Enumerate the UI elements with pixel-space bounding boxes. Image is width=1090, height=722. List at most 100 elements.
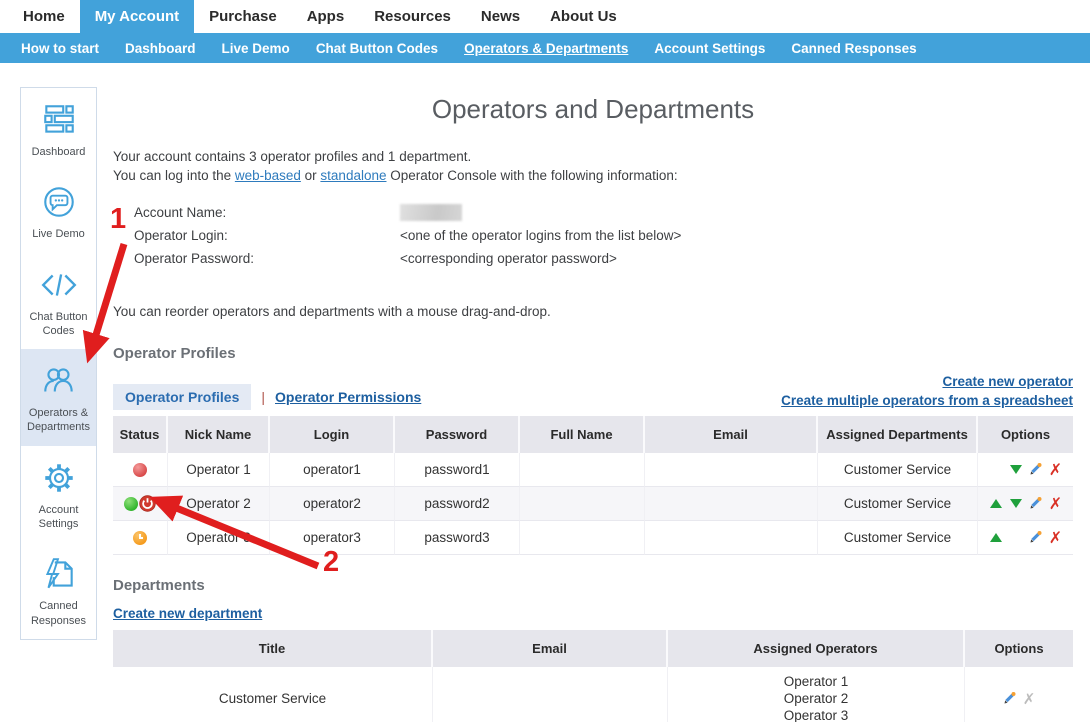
options-cell: ✗: [965, 667, 1073, 722]
subnav-item-chat-button-codes[interactable]: Chat Button Codes: [303, 41, 451, 56]
nav-item-purchase[interactable]: Purchase: [194, 0, 292, 33]
reorder-note: You can reorder operators and department…: [113, 304, 1073, 319]
sidebar-item-label: Canned Responses: [24, 599, 93, 628]
departments-cell: Customer Service: [818, 453, 978, 487]
standalone-link[interactable]: standalone: [320, 168, 386, 183]
email-cell: [645, 487, 818, 521]
password-cell: password2: [395, 487, 520, 521]
sidebar-item-canned-responses[interactable]: Canned Responses: [21, 542, 96, 639]
nick-name-cell: Operator 3: [168, 521, 270, 555]
intro-line-2: You can log into the web-based or standa…: [113, 166, 1073, 185]
sidebar-item-label: Chat Button Codes: [24, 310, 93, 339]
live-demo-icon: [40, 183, 78, 221]
nav-item-home[interactable]: Home: [8, 0, 80, 33]
offline-status-icon: [133, 463, 147, 477]
password-cell: password3: [395, 521, 520, 555]
subnav-item-how-to-start[interactable]: How to start: [8, 41, 112, 56]
sidebar-item-live-demo[interactable]: Live Demo: [21, 170, 96, 252]
delete-icon[interactable]: ✗: [1049, 530, 1062, 547]
assigned-operator: Operator 2: [668, 690, 964, 707]
intro-line-2-prefix: You can log into the: [113, 168, 235, 183]
delete-icon[interactable]: ✗: [1049, 496, 1062, 513]
intro-line-1: Your account contains 3 operator profile…: [113, 147, 1073, 166]
tab-operator-profiles[interactable]: Operator Profiles: [113, 384, 251, 410]
departments-cell: Customer Service: [818, 487, 978, 521]
email-cell: [433, 667, 668, 722]
move-up-icon[interactable]: [990, 533, 1002, 542]
subnav-item-dashboard[interactable]: Dashboard: [112, 41, 209, 56]
subnav-item-canned-responses[interactable]: Canned Responses: [778, 41, 929, 56]
operator-tabs: Operator Profiles | Operator Permissions: [113, 384, 421, 410]
subnav-item-account-settings[interactable]: Account Settings: [641, 41, 778, 56]
nav-item-about-us[interactable]: About Us: [535, 0, 632, 33]
full-name-cell: [520, 453, 645, 487]
sidebar-item-chat-button-codes[interactable]: Chat Button Codes: [21, 253, 96, 350]
col-email: Email: [433, 630, 668, 667]
options-cell: ✗: [978, 487, 1073, 521]
account-credentials: Account Name: Operator Login: <one of th…: [134, 201, 1073, 270]
account-name-redacted-value: [400, 204, 462, 221]
nav-item-news[interactable]: News: [466, 0, 535, 33]
edit-pencil-icon[interactable]: [1002, 690, 1017, 705]
edit-pencil-icon[interactable]: [1028, 461, 1043, 476]
departments-table: Title Email Assigned Operators Options C…: [113, 630, 1073, 722]
operator-profiles-heading: Operator Profiles: [113, 345, 1073, 362]
full-name-cell: [520, 487, 645, 521]
top-nav: Home My Account Purchase Apps Resources …: [0, 0, 1090, 33]
create-new-operator-link[interactable]: Create new operator: [942, 374, 1073, 389]
edit-pencil-icon[interactable]: [1028, 529, 1043, 544]
operator-row-1: Operator 1 operator1 password1 Customer …: [113, 453, 1073, 487]
subnav-item-live-demo[interactable]: Live Demo: [209, 41, 303, 56]
login-cell: operator3: [270, 521, 395, 555]
operator-login-label: Operator Login:: [134, 224, 400, 247]
operator-row-2: Operator 2 operator2 password2 Customer …: [113, 487, 1073, 521]
move-up-icon[interactable]: [990, 499, 1002, 508]
delete-disabled-icon: ✗: [1023, 691, 1036, 708]
departments-heading: Departments: [113, 577, 1073, 594]
title-cell: Customer Service: [113, 667, 433, 722]
departments-cell: Customer Service: [818, 521, 978, 555]
full-name-cell: [520, 521, 645, 555]
assigned-operator: Operator 1: [668, 673, 964, 690]
web-based-link[interactable]: web-based: [235, 168, 301, 183]
operator-login-row: Operator Login: <one of the operator log…: [134, 224, 1073, 247]
operator-login-value: <one of the operator logins from the lis…: [400, 224, 681, 247]
status-cell: [113, 453, 168, 487]
col-title: Title: [113, 630, 433, 667]
operator-table: Status Nick Name Login Password Full Nam…: [113, 416, 1073, 555]
col-email: Email: [645, 416, 818, 453]
password-cell: password1: [395, 453, 520, 487]
col-assigned-operators: Assigned Operators: [668, 630, 965, 667]
sidebar-item-account-settings[interactable]: Account Settings: [21, 446, 96, 543]
edit-pencil-icon[interactable]: [1028, 495, 1043, 510]
col-options: Options: [965, 630, 1073, 667]
operator-password-row: Operator Password: <corresponding operat…: [134, 247, 1073, 270]
tab-operator-permissions[interactable]: Operator Permissions: [275, 389, 421, 405]
assigned-operators-cell: Operator 1 Operator 2 Operator 3: [668, 667, 965, 722]
nav-item-my-account[interactable]: My Account: [80, 0, 194, 33]
operator-row-3: Operator 3 operator3 password3 Customer …: [113, 521, 1073, 555]
delete-icon[interactable]: ✗: [1049, 462, 1062, 479]
email-cell: [645, 453, 818, 487]
away-status-icon: [133, 531, 147, 545]
move-down-icon[interactable]: [1010, 499, 1022, 508]
account-name-row: Account Name:: [134, 201, 1073, 224]
nav-item-resources[interactable]: Resources: [359, 0, 466, 33]
create-multiple-operators-link[interactable]: Create multiple operators from a spreads…: [781, 393, 1073, 408]
email-cell: [645, 521, 818, 555]
sidebar-item-label: Live Demo: [24, 227, 93, 241]
sidebar-item-operators-departments[interactable]: Operators & Departments: [21, 349, 96, 446]
operator-table-header: Status Nick Name Login Password Full Nam…: [113, 416, 1073, 453]
main-content: Operators and Departments Your account c…: [113, 85, 1073, 722]
sidebar-item-dashboard[interactable]: Dashboard: [21, 88, 96, 170]
assigned-operator: Operator 3: [668, 707, 964, 722]
nav-item-apps[interactable]: Apps: [292, 0, 360, 33]
move-down-icon[interactable]: [1010, 465, 1022, 474]
create-new-department-link[interactable]: Create new department: [113, 606, 262, 621]
logoff-power-icon[interactable]: [139, 495, 156, 512]
subnav-item-operators-departments[interactable]: Operators & Departments: [451, 41, 641, 56]
page: Home My Account Purchase Apps Resources …: [0, 0, 1090, 722]
col-assigned-departments: Assigned Departments: [818, 416, 978, 453]
options-cell: ✗: [978, 453, 1073, 487]
options-cell: ✗: [978, 521, 1073, 555]
